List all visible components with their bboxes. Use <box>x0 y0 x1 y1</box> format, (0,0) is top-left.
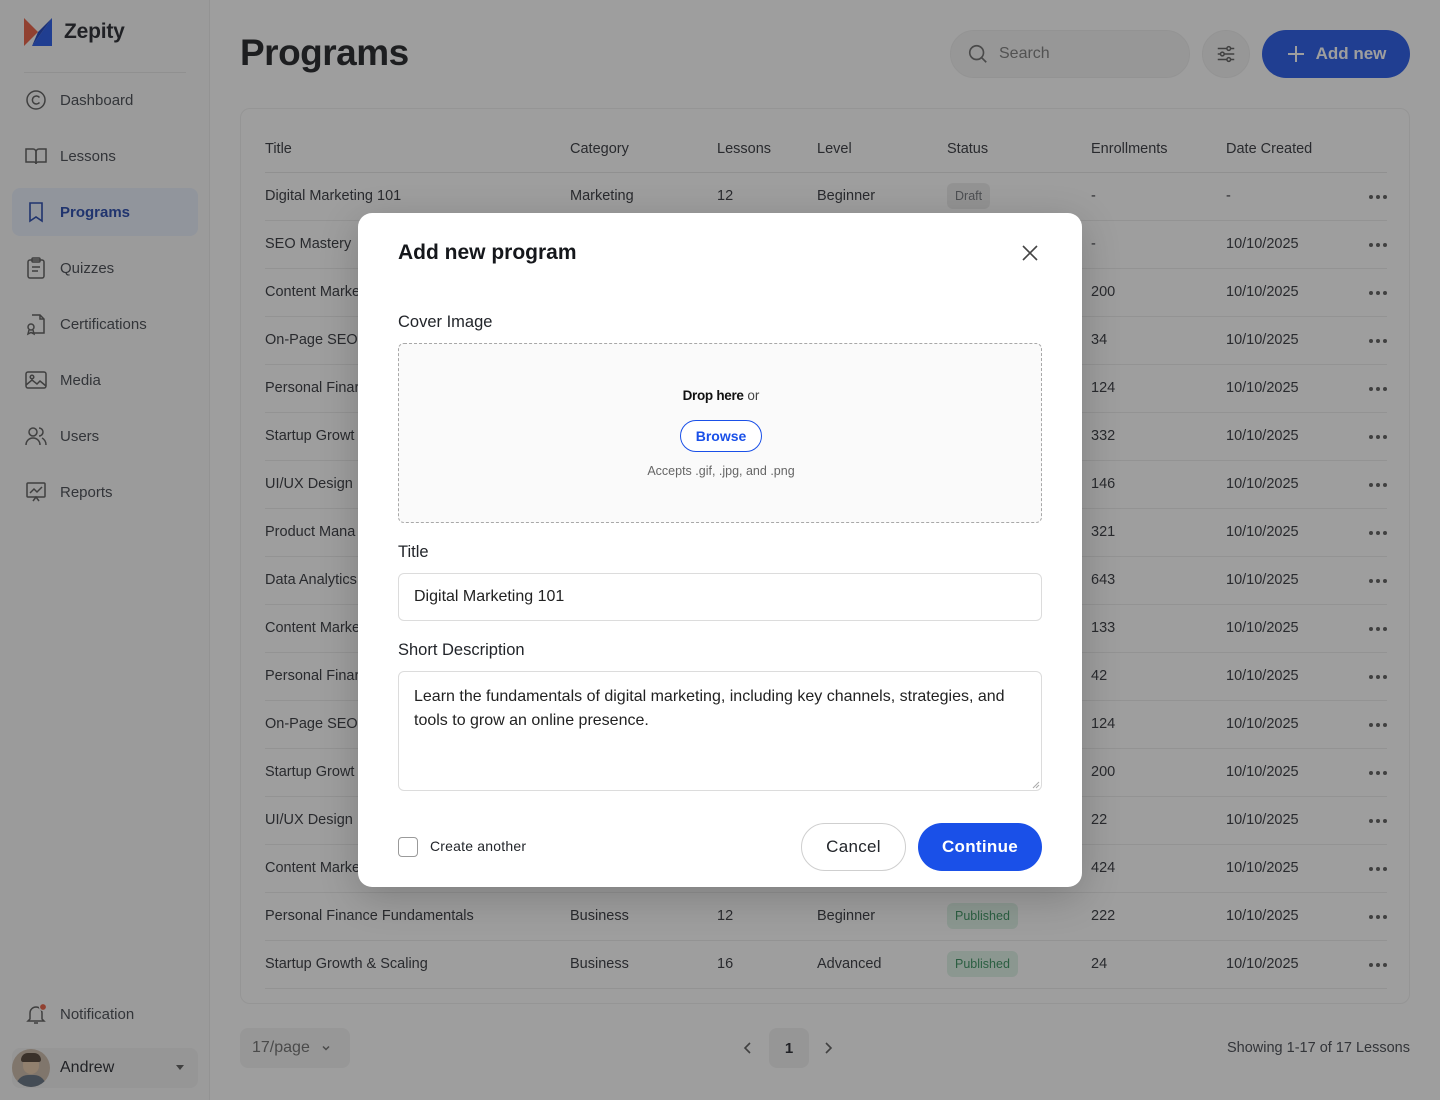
create-another-checkbox[interactable] <box>398 837 418 857</box>
short-description-textarea[interactable]: Learn the fundamentals of digital market… <box>398 671 1042 791</box>
close-icon[interactable] <box>1018 241 1042 265</box>
modal-title: Add new program <box>398 241 577 264</box>
browse-button[interactable]: Browse <box>680 420 762 452</box>
cover-image-dropzone[interactable]: Drop here or Browse Accepts .gif, .jpg, … <box>398 343 1042 523</box>
short-description-label: Short Description <box>398 641 525 659</box>
drop-or-text: or <box>743 388 760 403</box>
drop-here-text: Drop here <box>682 388 744 403</box>
continue-button[interactable]: Continue <box>918 823 1042 871</box>
add-program-modal: Add new program Cover Image Drop here or… <box>358 213 1082 887</box>
resize-grip-icon[interactable] <box>1030 779 1040 789</box>
drop-text: Drop here or <box>399 388 1043 403</box>
create-another-label[interactable]: Create another <box>430 838 526 854</box>
cover-image-label: Cover Image <box>398 313 493 331</box>
title-input[interactable] <box>398 573 1042 621</box>
accepted-formats: Accepts .gif, .jpg, and .png <box>647 464 795 478</box>
title-label: Title <box>398 543 429 561</box>
cancel-button[interactable]: Cancel <box>801 823 906 871</box>
